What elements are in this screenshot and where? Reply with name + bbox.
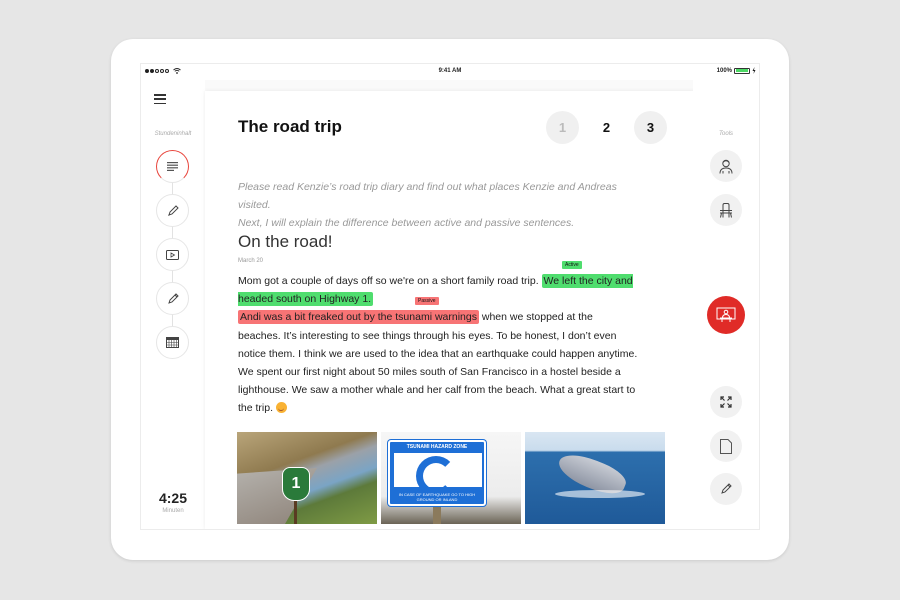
photo-tsunami-sign[interactable]: TSUNAMI HAZARD ZONE IN CASE OF EARTHQUAK… [381,432,521,524]
status-bar: 9:41 AM 100% [141,64,759,80]
status-time: 9:41 AM [438,68,462,74]
fullscreen-button[interactable] [710,386,742,418]
entry-date: March 20 [238,258,264,264]
pen-icon [167,292,179,304]
page-button-1[interactable]: 1 [546,111,579,144]
photo-gallery: 1 TSUNAMI HAZARD ZONE IN CASE OF EARTHQU… [237,432,665,524]
text-lines-icon [167,162,178,171]
tools-label: Tools [718,131,734,137]
photo-whale[interactable] [525,432,665,524]
intro-instructions: Please read Kenzie’s road trip diary and… [238,178,648,232]
intro-line-2: Next, I will explain the difference betw… [238,217,575,229]
wave-icon [394,453,482,496]
pencil-icon [721,483,732,494]
diary-body: Mom got a couple of days off so we're on… [238,272,638,418]
left-rail: Stundeninhalt 4:25 Minuten [141,80,205,529]
tsunami-sign-instructions: IN CASE OF EARTHQUAKE GO TO HIGH GROUND … [398,492,476,502]
active-tag: Active [562,261,582,269]
timer-value: 4:25 [158,490,188,506]
tsunami-sign-title: TSUNAMI HAZARD ZONE [406,444,468,450]
step-writing[interactable] [156,194,189,227]
student-icon [719,159,733,174]
step-text[interactable] [156,150,189,183]
document-button[interactable] [710,430,742,462]
tsunami-sign: TSUNAMI HAZARD ZONE IN CASE OF EARTHQUAK… [388,440,486,506]
step-video[interactable] [156,238,189,271]
lesson-content-card: The road trip 1 2 3 Please read Kenzie’s… [205,91,695,529]
tablet-screen: 9:41 AM 100% Stundeninhalt 4:25 Minuten … [140,63,760,530]
lesson-content-label: Stundeninhalt [154,131,192,137]
annotate-button[interactable] [710,473,742,505]
step-calendar[interactable] [156,326,189,359]
charging-icon [752,67,756,74]
right-rail: Tools [693,80,759,529]
desk-chair-icon [720,202,732,218]
student-view-button[interactable] [710,150,742,182]
entry-heading: On the road! [238,232,333,251]
teacher-presentation-icon [716,307,736,322]
sign-post [294,501,297,524]
teacher-mode-button[interactable] [707,296,745,334]
calendar-grid-icon [166,337,179,348]
highway-1-sign: 1 [282,467,310,501]
desk-view-button[interactable] [710,194,742,226]
page-button-2[interactable]: 2 [590,111,623,144]
passive-sentence-highlight[interactable]: Andi was a bit freaked out by the tsunam… [238,310,479,325]
document-icon [720,438,732,454]
video-icon [166,249,179,260]
body-text-3: We spent our first night about 50 miles … [238,366,636,415]
timer-unit: Minuten [162,508,184,514]
pencil-icon [167,204,179,216]
battery-icon [734,67,750,74]
intro-line-1: Please read Kenzie’s road trip diary and… [238,181,617,211]
step-exercise[interactable] [156,282,189,315]
sign-post [433,506,441,524]
smiling-face-emoji-icon [275,402,287,414]
battery-percent: 100% [716,67,732,74]
page-button-3[interactable]: 3 [634,111,667,144]
body-text-1: Mom got a couple of days off so we're on… [238,275,542,287]
page-title: The road trip [238,117,342,136]
splash-shape [555,490,645,498]
fullscreen-expand-icon [720,396,732,408]
photo-highway[interactable]: 1 [237,432,377,524]
page-pagination: 1 2 3 [546,111,667,144]
battery-indicator: 100% [717,67,756,74]
hamburger-menu-icon[interactable] [154,94,166,104]
